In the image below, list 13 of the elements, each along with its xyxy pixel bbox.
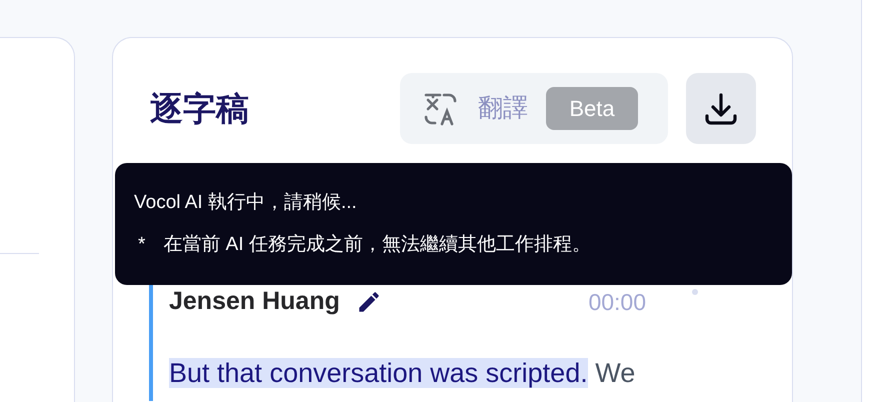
translate-control[interactable]: 翻譯 Beta [400, 73, 668, 144]
panel-title: 逐字稿 [150, 92, 249, 125]
timestamp[interactable]: 00:00 [588, 284, 646, 320]
translate-icon [424, 92, 458, 126]
beta-badge: Beta [546, 87, 638, 130]
download-button[interactable] [686, 73, 756, 144]
note-text: 在當前 AI 任務完成之前，無法繼續其他工作排程。 [163, 233, 591, 257]
download-icon [704, 92, 738, 126]
translate-label: 翻譯 [478, 92, 528, 124]
note-marker: * [138, 233, 146, 257]
speaker-name: Jensen Huang [169, 286, 340, 318]
transcript-text: But that conversation was scripted. We [169, 357, 636, 390]
status-text: Vocol AI 執行中，請稍候... [134, 191, 358, 215]
